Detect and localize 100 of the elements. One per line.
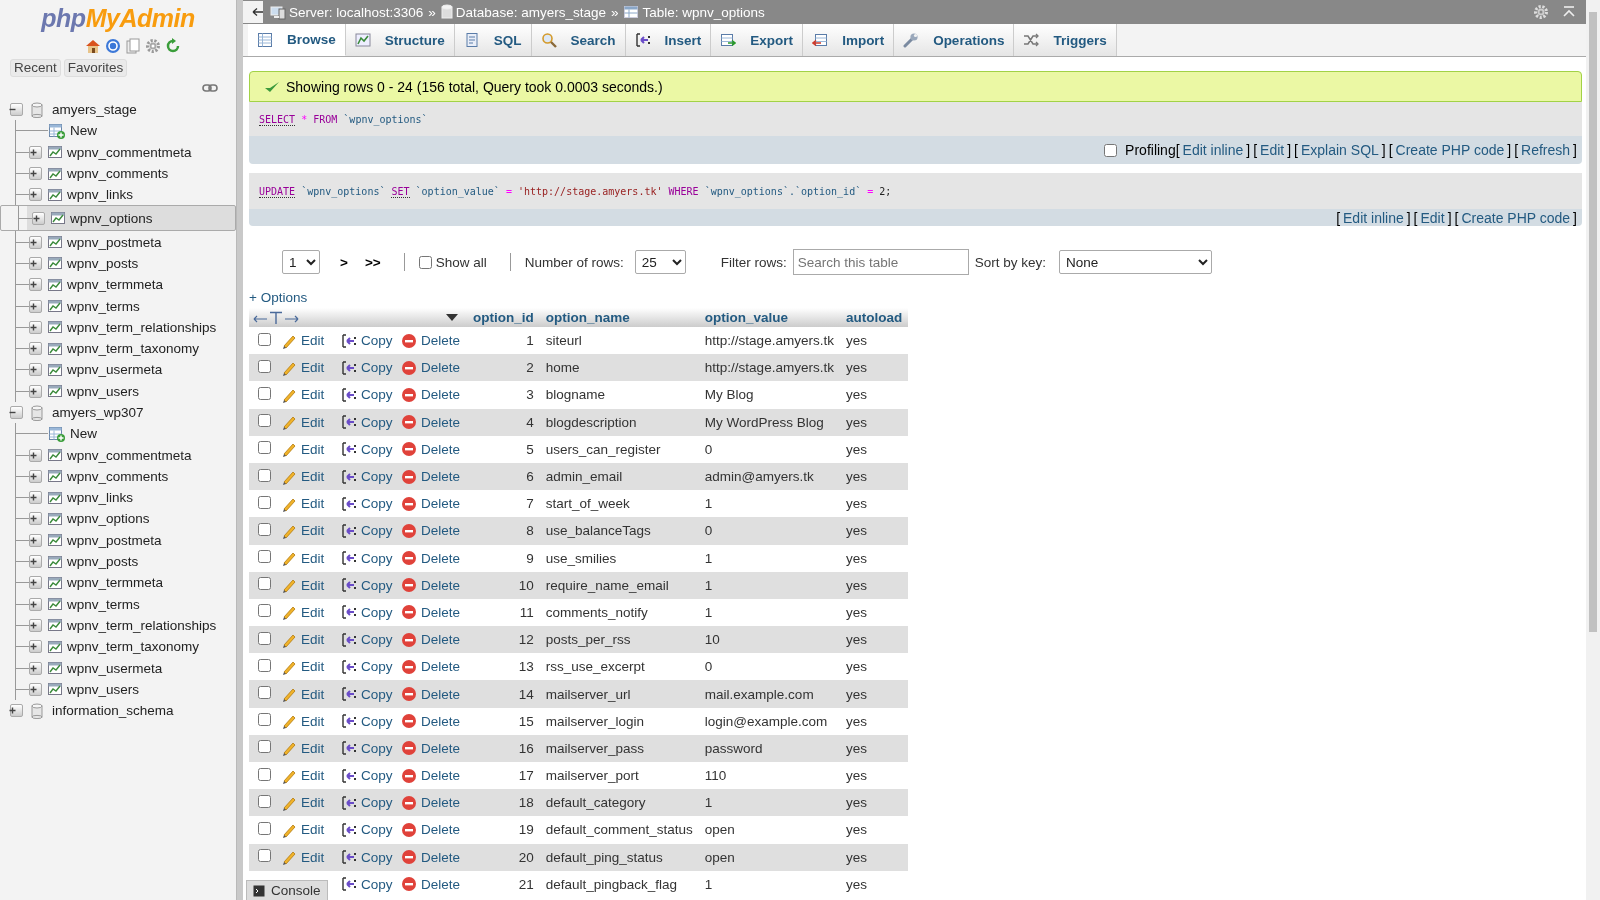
delete-link[interactable]: Delete	[421, 713, 461, 729]
expand-icon[interactable]	[29, 167, 42, 181]
delete-icon[interactable]	[401, 414, 417, 431]
copy-link[interactable]: Copy	[361, 659, 393, 675]
table-link[interactable]: wpnv_termmeta	[67, 277, 164, 293]
delete-icon[interactable]	[401, 686, 417, 703]
query-link[interactable]: Explain SQL	[1301, 142, 1379, 158]
copy-icon[interactable]	[341, 414, 357, 431]
copy-link[interactable]: Copy	[361, 795, 393, 811]
table-link[interactable]: wpnv_term_taxonomy	[67, 639, 200, 655]
scrollbar-thumb[interactable]	[1589, 12, 1597, 632]
copy-link[interactable]: Copy	[361, 768, 393, 784]
delete-link[interactable]: Delete	[421, 659, 461, 675]
edit-link[interactable]: Edit	[301, 387, 325, 403]
tab[interactable]: Structure	[345, 24, 455, 56]
copy-link[interactable]: Copy	[361, 876, 393, 892]
table-link[interactable]: wpnv_comments	[67, 468, 169, 484]
edit-link[interactable]: Edit	[301, 441, 325, 457]
delete-icon[interactable]	[401, 550, 417, 567]
pencil-icon[interactable]	[281, 577, 297, 594]
expand-icon[interactable]	[29, 640, 42, 654]
database-link[interactable]: amyers_stage	[52, 102, 137, 118]
copy-icon[interactable]	[341, 740, 357, 757]
edit-link[interactable]: Edit	[301, 822, 325, 838]
edit-link[interactable]: Edit	[301, 414, 325, 430]
collapse-icon[interactable]	[10, 103, 23, 117]
pencil-icon[interactable]	[281, 604, 297, 621]
delete-icon[interactable]	[401, 821, 417, 838]
delete-link[interactable]: Delete	[421, 414, 461, 430]
rows-select[interactable]: 25	[634, 250, 686, 274]
expand-icon[interactable]	[29, 576, 42, 590]
delete-icon[interactable]	[401, 849, 417, 866]
expand-icon[interactable]	[32, 212, 45, 225]
copy-link[interactable]: Copy	[361, 387, 393, 403]
link-icon[interactable]	[202, 83, 218, 93]
copy-icon[interactable]	[341, 604, 357, 621]
copy-icon[interactable]	[341, 522, 357, 539]
tab[interactable]: Triggers	[1014, 24, 1117, 56]
delete-icon[interactable]	[401, 767, 417, 784]
favorites-button[interactable]: Favorites	[63, 59, 128, 77]
copy-link[interactable]: Copy	[361, 469, 393, 485]
table-link[interactable]: wpnv_posts	[67, 255, 139, 271]
expand-icon[interactable]	[29, 491, 42, 505]
copy-icon[interactable]	[341, 441, 357, 458]
delete-icon[interactable]	[401, 386, 417, 403]
row-checkbox[interactable]	[258, 821, 271, 835]
delete-icon[interactable]	[401, 495, 417, 512]
row-checkbox[interactable]	[258, 550, 271, 564]
copy-icon[interactable]	[341, 495, 357, 512]
edit-link[interactable]: Edit	[301, 795, 325, 811]
table-link[interactable]: wpnv_usermeta	[67, 660, 163, 676]
tab[interactable]: Insert	[625, 24, 712, 56]
breadcrumb-link[interactable]: Server: localhost:3306	[289, 4, 424, 20]
table-link[interactable]: wpnv_termmeta	[67, 575, 164, 591]
edit-link[interactable]: Edit	[301, 577, 325, 593]
pencil-icon[interactable]	[281, 849, 297, 866]
reload-icon[interactable]	[165, 38, 181, 54]
pencil-icon[interactable]	[281, 550, 297, 567]
delete-icon[interactable]	[401, 713, 417, 730]
expand-icon[interactable]	[29, 235, 42, 249]
table-link[interactable]: wpnv_links	[67, 187, 134, 203]
console-button[interactable]: Console	[246, 880, 328, 900]
breadcrumb-link[interactable]: Table: wpnv_options	[642, 4, 765, 20]
tab[interactable]: SQL	[454, 24, 532, 56]
row-checkbox[interactable]	[258, 713, 271, 727]
next-page-button[interactable]: >	[340, 254, 348, 270]
copy-link[interactable]: Copy	[361, 604, 393, 620]
table-link[interactable]: wpnv_posts	[67, 554, 139, 570]
pencil-icon[interactable]	[281, 713, 297, 730]
home-icon[interactable]	[85, 38, 101, 54]
profiling-checkbox[interactable]	[1104, 143, 1118, 157]
copy-icon[interactable]	[341, 849, 357, 866]
pencil-icon[interactable]	[281, 414, 297, 431]
row-checkbox[interactable]	[258, 468, 271, 482]
caret-icon[interactable]	[445, 313, 459, 322]
copy-link[interactable]: Copy	[361, 713, 393, 729]
logo[interactable]: phpMyAdmin	[33, 4, 203, 32]
edit-link[interactable]: Edit	[301, 632, 325, 648]
copy-link[interactable]: Copy	[361, 632, 393, 648]
delete-link[interactable]: Delete	[421, 469, 461, 485]
copy-link[interactable]: Copy	[361, 686, 393, 702]
query-link[interactable]: Create PHP code	[1395, 142, 1505, 158]
row-checkbox[interactable]	[258, 604, 271, 618]
edit-link[interactable]: Edit	[301, 360, 325, 376]
edit-link[interactable]: Edit	[301, 849, 325, 865]
expand-icon[interactable]	[29, 682, 42, 696]
database-link[interactable]: amyers_wp307	[52, 405, 144, 420]
expand-icon[interactable]	[29, 384, 42, 398]
copy-link[interactable]: Copy	[361, 523, 393, 539]
expand-icon[interactable]	[29, 661, 42, 675]
breadcrumb-link[interactable]: Database: amyers_stage	[455, 4, 606, 20]
edit-link[interactable]: Edit	[301, 713, 325, 729]
query-link[interactable]: Edit	[1260, 142, 1285, 158]
table-link[interactable]: wpnv_comments	[67, 166, 169, 182]
query-link[interactable]: Edit inline	[1343, 209, 1404, 226]
table-link[interactable]: wpnv_terms	[67, 298, 140, 314]
table-link[interactable]: wpnv_postmeta	[67, 532, 162, 548]
copy-icon[interactable]	[341, 631, 357, 648]
expand-icon[interactable]	[29, 188, 42, 202]
copy-icon[interactable]	[341, 767, 357, 784]
